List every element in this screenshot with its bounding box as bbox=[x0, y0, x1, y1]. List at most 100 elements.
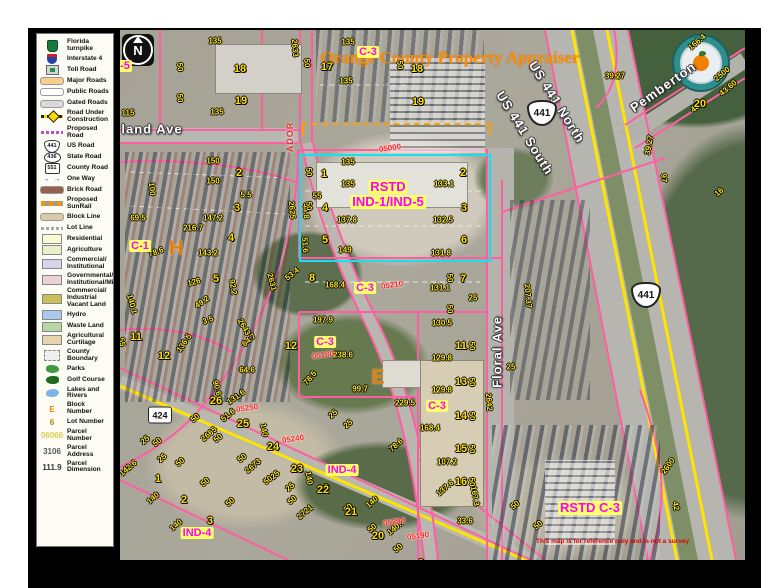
dimension-label: 39.27 bbox=[605, 72, 625, 81]
dimension-label: 135 bbox=[341, 158, 354, 167]
lot-number-label: 24 bbox=[267, 441, 279, 453]
lot-number-label: 4 bbox=[322, 202, 328, 214]
legend-item-label: Toll Road bbox=[65, 67, 97, 74]
dimension-label: 50 bbox=[395, 60, 405, 70]
legend-item: 111.9Parcel Dimension bbox=[39, 461, 111, 475]
legend-item-label: Commercial/ Industrial Vacant Land bbox=[65, 288, 111, 308]
lot-number-label: 15 bbox=[455, 443, 467, 455]
legend-item-label: Parcel Dimension bbox=[65, 461, 111, 475]
dimension-label: 2625 bbox=[287, 201, 298, 220]
bar-icon bbox=[39, 99, 65, 108]
block-number-label: H bbox=[169, 238, 183, 261]
sunrail-icon bbox=[39, 199, 65, 208]
lot-number-label: 3 bbox=[461, 202, 467, 214]
legend-item-label: Parcel Address bbox=[65, 445, 111, 459]
legend-item-label: Florida turnpike bbox=[65, 39, 111, 53]
map-disclaimer: This map is for reference only and is no… bbox=[520, 538, 705, 545]
lot-number-label: 22 bbox=[317, 484, 329, 496]
lot-number-label: 16 bbox=[455, 476, 467, 488]
dimension-label: 168.4 bbox=[325, 281, 345, 290]
dimension-label: 50 bbox=[445, 304, 455, 314]
legend-item: Toll Road bbox=[39, 66, 111, 75]
zoning-label: RSTD bbox=[368, 180, 407, 194]
text-icon: 111.9 bbox=[39, 463, 65, 472]
lot-number-label: 7 bbox=[460, 273, 466, 285]
dimension-label: 229.5 bbox=[395, 399, 415, 408]
legend-item-label: Golf Course bbox=[65, 377, 105, 384]
legend-item: Block Line bbox=[39, 213, 111, 222]
dimension-label: 131.8 bbox=[431, 249, 451, 258]
legend-item-label: Agriculture bbox=[65, 247, 102, 254]
legend-item: → →One Way bbox=[39, 175, 111, 184]
legend-item-label: Major Roads bbox=[65, 78, 107, 85]
dimension-label: 25 bbox=[507, 363, 516, 372]
dimension-label: 150 bbox=[206, 157, 219, 166]
lot-number-label: 12 bbox=[285, 340, 297, 352]
legend-item-label: County Road bbox=[65, 165, 108, 172]
dimension-label: 130.5 bbox=[432, 319, 452, 328]
swatch-icon bbox=[39, 294, 65, 303]
golf-icon bbox=[39, 376, 65, 385]
zoning-label: C-1 bbox=[129, 240, 151, 252]
street-label: land Ave bbox=[121, 122, 182, 137]
dimension-label: 131.1 bbox=[430, 284, 450, 293]
dimension-label: 135 bbox=[208, 37, 221, 46]
dimension-label: 97 bbox=[659, 173, 669, 183]
legend-item: County Boundary bbox=[39, 349, 111, 363]
dimension-label: 197.9 bbox=[313, 316, 333, 325]
dimension-label: 143.2 bbox=[198, 249, 218, 258]
legend-item-label: Proposed SunRail bbox=[65, 197, 111, 211]
dimension-label: 99.7 bbox=[352, 385, 368, 394]
truck-yard-texture bbox=[390, 58, 485, 153]
dimension-label: 133.1 bbox=[434, 180, 454, 189]
legend-item-label: Public Roads bbox=[65, 89, 109, 96]
dimension-label: 129.8 bbox=[432, 386, 452, 395]
dashes-icon bbox=[39, 224, 65, 233]
legend-item-label: Proposed Road bbox=[65, 126, 111, 140]
dimension-label: 168.4 bbox=[420, 424, 440, 433]
dimension-label: 50 bbox=[304, 167, 314, 177]
legend-item-label: Governmental/ Institutional/Misc bbox=[65, 273, 114, 287]
zoning-label: IND-1/IND-5 bbox=[350, 195, 426, 209]
orange-dashed-boundary bbox=[302, 123, 491, 135]
zoning-label: C-3 bbox=[314, 336, 336, 348]
dimension-label: 50 bbox=[304, 201, 314, 211]
dimension-label: 25 bbox=[469, 294, 478, 303]
dimension-label: 2633 bbox=[290, 39, 301, 58]
legend-item-label: Agricultural Curtilage bbox=[65, 333, 111, 347]
zoning-label: IND-4 bbox=[181, 527, 214, 539]
legend-item: Major Roads bbox=[39, 77, 111, 86]
county-route-shield: 424 bbox=[148, 407, 172, 424]
dimension-label: 135 bbox=[341, 38, 354, 47]
legend-item: Proposed SunRail bbox=[39, 197, 111, 211]
swatch-icon bbox=[39, 322, 65, 331]
lot-number-label: 11 bbox=[130, 331, 142, 343]
legend-item: 551County Road bbox=[39, 164, 111, 173]
legend-item-label: US Road bbox=[65, 143, 94, 150]
legend-item-label: Parcel Number bbox=[65, 429, 111, 443]
legend-item: 441US Road bbox=[39, 142, 111, 151]
swatch-icon bbox=[39, 335, 65, 344]
legend-item: Hydro bbox=[39, 311, 111, 320]
oneway-icon: → → bbox=[39, 175, 65, 184]
dimension-label: 238.6 bbox=[333, 351, 353, 360]
street-label: ADOR bbox=[285, 122, 295, 153]
legend-item: 3106Parcel Address bbox=[39, 445, 111, 459]
legend-item: Agriculture bbox=[39, 246, 111, 255]
block-number-label: E bbox=[371, 367, 384, 390]
lot-number-label: 20 bbox=[372, 530, 384, 542]
bar-icon bbox=[39, 88, 65, 97]
lot-number-label: 26 bbox=[210, 395, 222, 407]
dimension-label: 64.6 bbox=[239, 366, 255, 375]
lot-number-label: 19 bbox=[412, 96, 424, 108]
dimension-label: 135 bbox=[210, 108, 223, 117]
lot-number-label: 2 bbox=[181, 494, 187, 506]
dimension-label: 129.8 bbox=[432, 354, 452, 363]
dimension-label: 100 bbox=[147, 182, 157, 196]
map-canvas[interactable]: Orange County Property Appraiser N This … bbox=[120, 30, 745, 560]
lot-number-label: 2 bbox=[460, 167, 466, 179]
dimension-label: 50 bbox=[175, 93, 185, 103]
swatch-icon bbox=[39, 311, 65, 320]
bar-icon bbox=[39, 213, 65, 222]
swatch-icon bbox=[39, 246, 65, 255]
